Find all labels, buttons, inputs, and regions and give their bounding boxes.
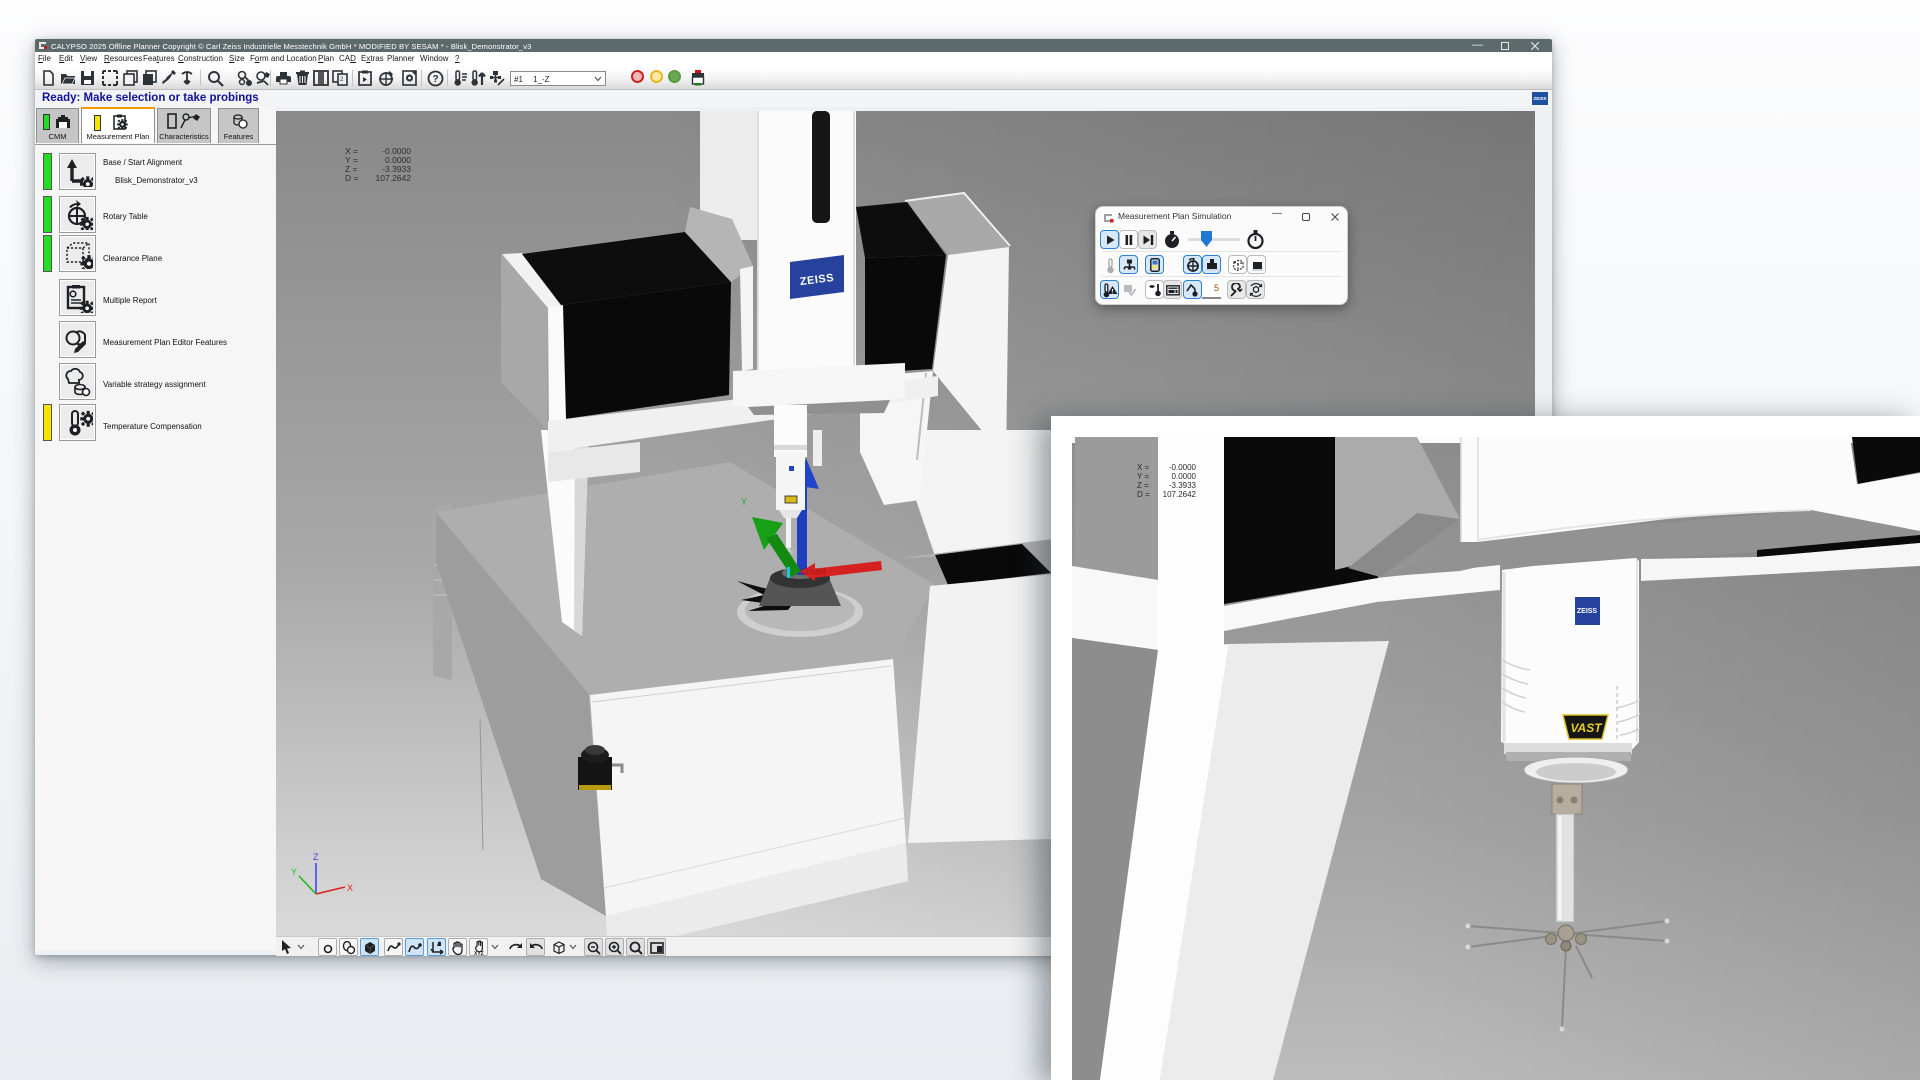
svg-text:107.2642: 107.2642 (1163, 490, 1197, 499)
svg-text:VAST: VAST (1570, 721, 1603, 735)
svg-text:D =: D = (1137, 490, 1150, 499)
svg-text:D =: D = (345, 173, 359, 183)
svg-text:X: X (347, 883, 353, 893)
svg-text:0.0000: 0.0000 (1172, 472, 1197, 481)
svg-text:Z =: Z = (1137, 481, 1149, 490)
svg-text:Z: Z (313, 852, 319, 862)
svg-text:XYZ: XYZ (474, 951, 484, 956)
svg-text:-0.0000: -0.0000 (1169, 463, 1197, 472)
svg-text:Y: Y (741, 497, 747, 507)
svg-text:Circle4: Circle4 (801, 567, 826, 576)
svg-text:X =: X = (1137, 463, 1150, 472)
svg-text:Y: Y (291, 867, 297, 877)
svg-text:Y =: Y = (1137, 472, 1149, 481)
svg-text:107.2642: 107.2642 (376, 173, 412, 183)
svg-text:-3.3933: -3.3933 (1169, 481, 1197, 490)
svg-text:?: ? (433, 74, 439, 85)
svg-text:ZEISS: ZEISS (1577, 608, 1598, 615)
